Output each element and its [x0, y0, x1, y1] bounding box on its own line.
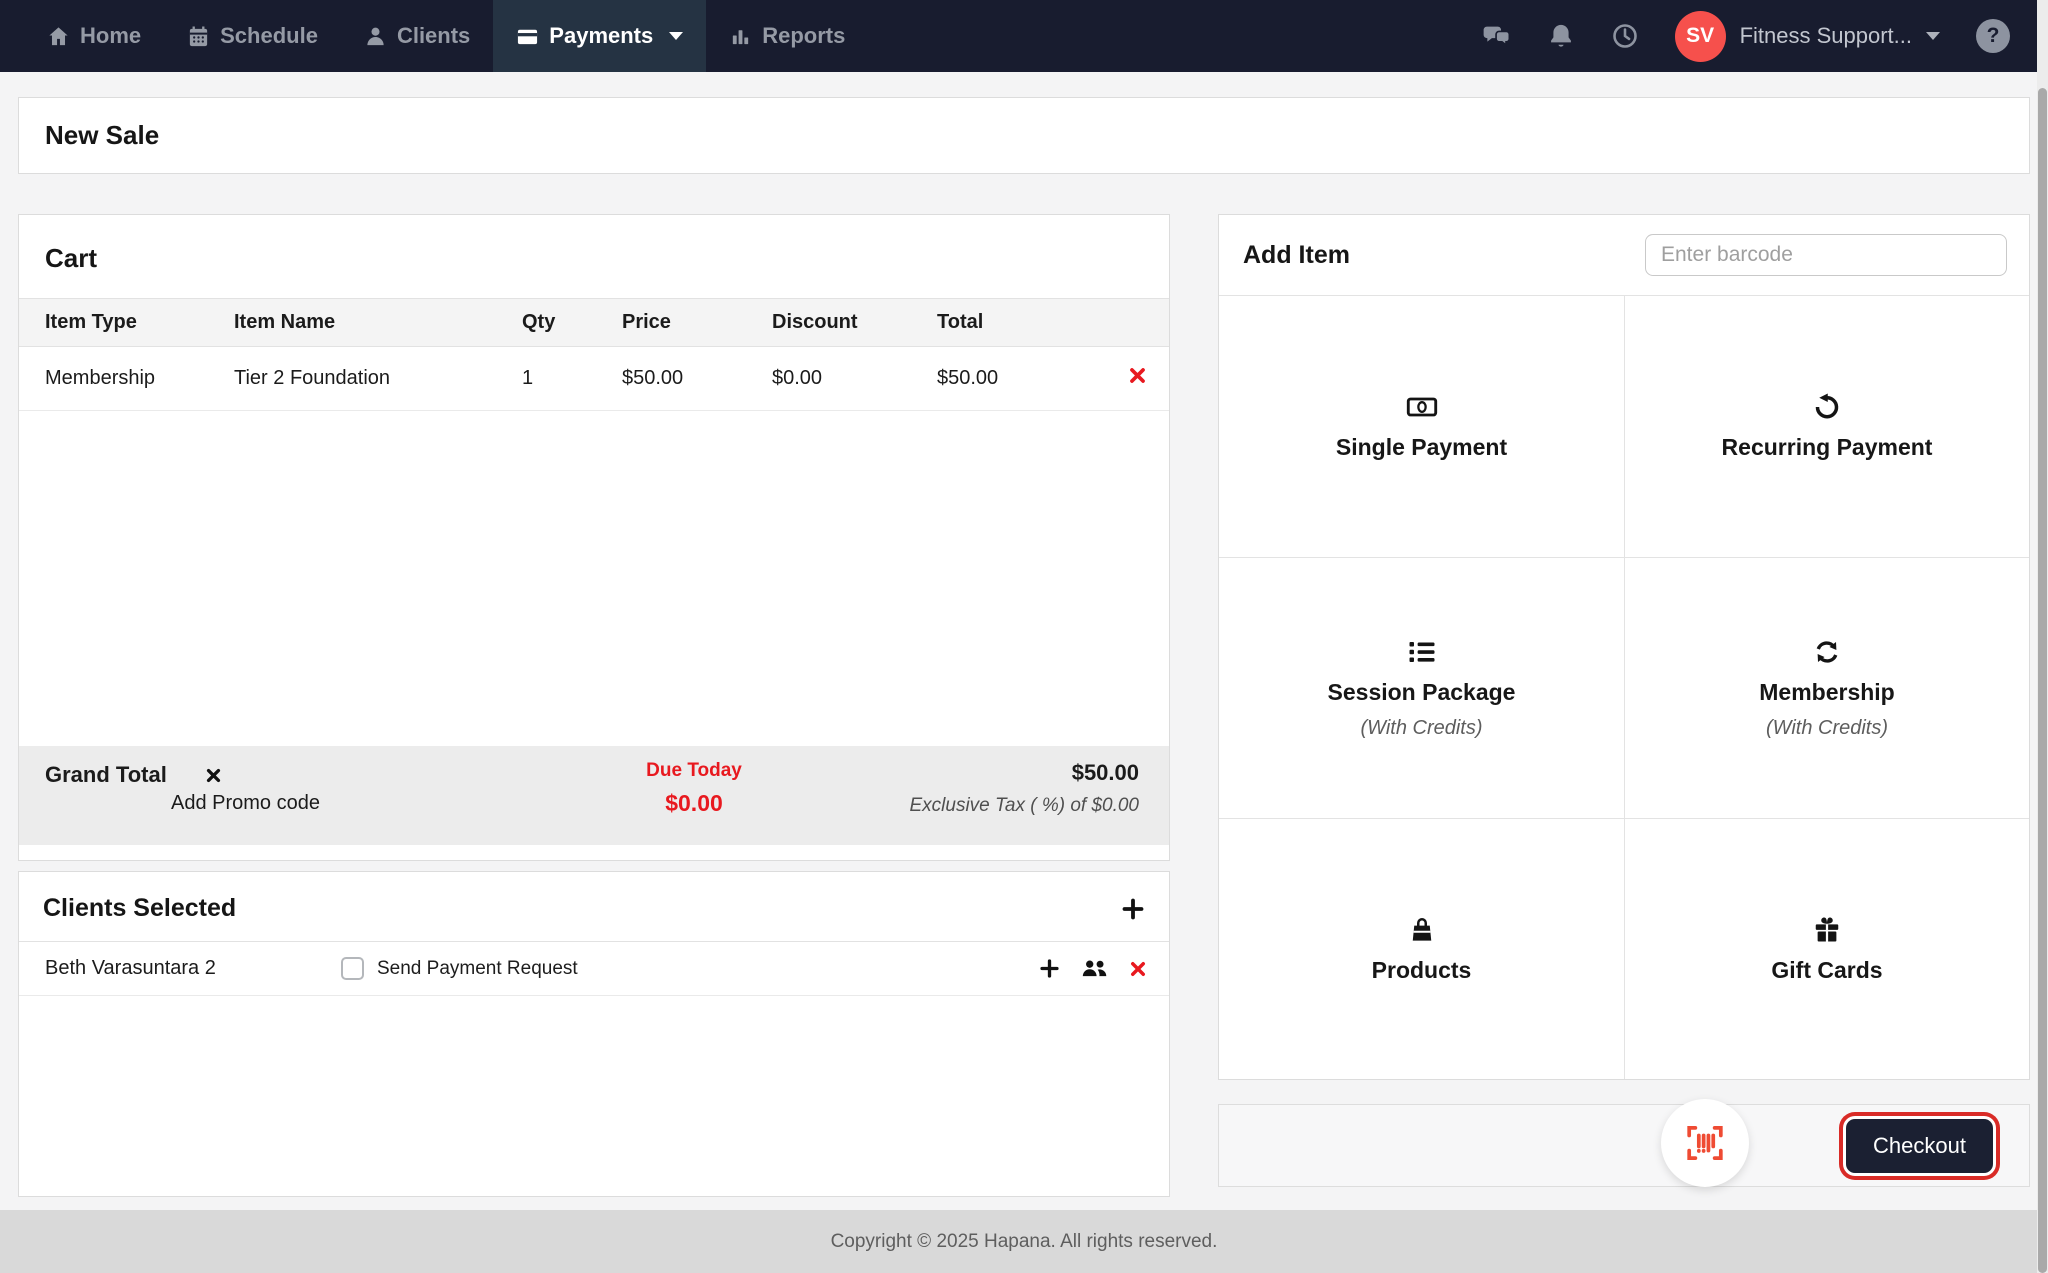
cart-title: Cart	[45, 243, 98, 273]
grand-total-value: $50.00	[1071, 760, 1139, 785]
credit-card-icon	[516, 25, 539, 48]
col-qty: Qty	[522, 311, 556, 333]
home-icon	[47, 25, 70, 48]
nav-label: Reports	[762, 23, 846, 48]
history-clock-icon[interactable]	[1611, 22, 1639, 50]
tile-products[interactable]: Products	[1219, 818, 1624, 1079]
cell-item-name: Tier 2 Foundation	[234, 346, 522, 411]
remove-client-icon[interactable]	[1129, 960, 1147, 978]
bar-chart-icon	[729, 25, 752, 48]
cell-total: $50.00	[937, 346, 1087, 411]
scrollbar-track	[2037, 0, 2048, 1273]
client-group-icon[interactable]	[1081, 957, 1108, 980]
col-total: Total	[937, 311, 984, 333]
remove-item-icon[interactable]	[1128, 366, 1147, 385]
nav-label: Payments	[549, 23, 654, 48]
shopping-bag-icon	[1406, 915, 1438, 945]
main-nav: Home Schedule Clients Payments Reports	[24, 0, 868, 72]
tile-gift-cards[interactable]: Gift Cards	[1624, 818, 2029, 1079]
add-item-grid: Single Payment Recurring Payment Session…	[1219, 295, 2029, 1079]
nav-label: Home	[80, 23, 142, 48]
navbar-tools: SV Fitness Support... ?	[1483, 0, 2048, 72]
add-item-panel: Add Item Single Payment	[1218, 214, 2030, 1080]
list-icon	[1406, 637, 1438, 667]
cell-discount: $0.00	[772, 346, 937, 411]
page-title: New Sale	[45, 120, 160, 150]
clients-selected-panel: Clients Selected Beth Varasuntara 2 Send…	[18, 871, 1170, 1197]
money-bill-icon	[1406, 392, 1438, 422]
cell-item-type: Membership	[19, 346, 234, 411]
new-sale-card: New Sale	[18, 97, 2030, 174]
barcode-scan-icon	[1687, 1126, 1723, 1160]
client-add-icon[interactable]	[1039, 958, 1060, 979]
cell-qty: 1	[522, 346, 622, 411]
tile-single-payment[interactable]: Single Payment	[1219, 296, 1624, 557]
cart-panel: Cart Item Type Item Name Qty Price Disco…	[18, 214, 1170, 861]
grand-total-values: $50.00 Exclusive Tax ( %) of $0.00	[909, 760, 1139, 817]
rotate-left-icon	[1811, 392, 1843, 422]
cart-table: Item Type Item Name Qty Price Discount T…	[19, 298, 1169, 411]
main-content: New Sale Cart Item Type Item Name Qty Pr…	[0, 72, 2048, 1197]
table-row: Membership Tier 2 Foundation 1 $50.00 $0…	[19, 346, 1169, 411]
person-icon	[364, 25, 387, 48]
chevron-down-icon	[1926, 32, 1940, 40]
checkout-button[interactable]: Checkout	[1846, 1118, 1993, 1173]
add-client-button[interactable]	[1121, 897, 1145, 921]
help-icon[interactable]: ?	[1976, 19, 2010, 53]
due-today-label: Due Today	[646, 760, 742, 781]
cart-empty-space	[19, 411, 1169, 746]
chevron-down-icon	[669, 32, 684, 40]
nav-item-clients[interactable]: Clients	[341, 0, 493, 72]
gift-icon	[1811, 915, 1843, 945]
calendar-icon	[187, 25, 210, 48]
clients-selected-title: Clients Selected	[43, 894, 237, 922]
cart-header-row: Item Type Item Name Qty Price Discount T…	[19, 298, 1169, 347]
nav-item-reports[interactable]: Reports	[706, 0, 868, 72]
client-name: Beth Varasuntara 2	[45, 957, 216, 979]
add-item-title: Add Item	[1243, 240, 1350, 269]
tile-recurring-payment[interactable]: Recurring Payment	[1624, 296, 2029, 557]
send-payment-request-checkbox[interactable]	[341, 957, 364, 980]
messages-icon[interactable]	[1483, 22, 1511, 50]
tile-session-package[interactable]: Session Package (With Credits)	[1219, 557, 1624, 818]
user-name: Fitness Support...	[1739, 23, 1912, 48]
nav-label: Schedule	[220, 23, 318, 48]
nav-item-home[interactable]: Home	[24, 0, 164, 72]
col-discount: Discount	[772, 311, 858, 333]
scrollbar-thumb[interactable]	[2038, 88, 2047, 1273]
top-navbar: Home Schedule Clients Payments Reports S…	[0, 0, 2048, 72]
clients-empty-space	[19, 996, 1169, 1196]
col-item-type: Item Type	[45, 311, 137, 333]
sync-icon	[1811, 637, 1843, 667]
tile-membership[interactable]: Membership (With Credits)	[1624, 557, 2029, 818]
nav-item-payments[interactable]: Payments	[493, 0, 707, 72]
checkout-bar: Checkout	[1218, 1099, 2030, 1187]
barcode-scan-button[interactable]	[1661, 1099, 1749, 1187]
col-price: Price	[622, 311, 671, 333]
cell-price: $50.00	[622, 346, 772, 411]
due-today-value: $0.00	[665, 790, 723, 816]
grand-total-row: Grand Total Add Promo code Due Today $0.…	[19, 746, 1169, 845]
footer: Copyright © 2025 Hapana. All rights rese…	[0, 1210, 2048, 1273]
col-item-name: Item Name	[234, 311, 336, 333]
clear-promo-icon[interactable]	[205, 767, 222, 784]
due-today-block: Due Today $0.00	[619, 760, 769, 817]
nav-item-schedule[interactable]: Schedule	[164, 0, 341, 72]
copyright-text: Copyright © 2025 Hapana. All rights rese…	[830, 1230, 1218, 1252]
notifications-bell-icon[interactable]	[1547, 22, 1575, 50]
user-menu[interactable]: SV Fitness Support...	[1674, 10, 1940, 62]
grand-total-label: Grand Total	[45, 762, 167, 787]
client-row: Beth Varasuntara 2 Send Payment Request	[19, 942, 1169, 996]
send-payment-request-label: Send Payment Request	[377, 957, 578, 979]
nav-label: Clients	[396, 23, 471, 48]
barcode-input[interactable]	[1645, 234, 2007, 276]
avatar[interactable]: SV	[1674, 10, 1726, 62]
tax-note: Exclusive Tax ( %) of $0.00	[909, 795, 1139, 816]
